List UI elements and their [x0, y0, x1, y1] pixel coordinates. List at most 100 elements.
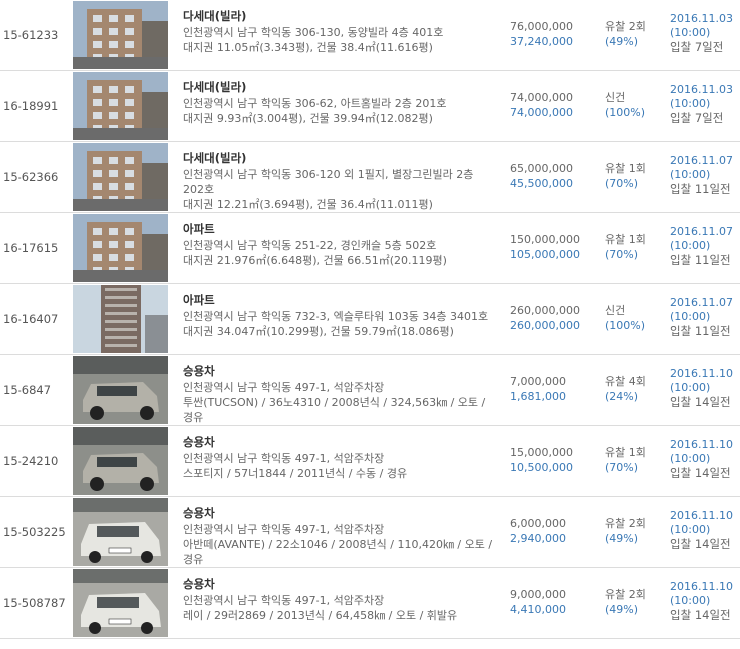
- days-until-bid: 입찰 11일전: [670, 324, 731, 338]
- property-detail: 대지권 11.05㎡(3.343평), 건물 38.4㎡(11.616평): [183, 41, 433, 54]
- auction-row[interactable]: 15-503225 승용차 인천광역시 남구 학익동 497-1, 석암주차장 아반떼…: [0, 497, 740, 568]
- price-block: 9,000,000 4,410,000: [510, 587, 600, 617]
- property-detail: 인천광역시 남구 학익동 306-62, 아트홈빌라 2층 201호: [183, 97, 447, 110]
- auction-row[interactable]: 15-508787 승용차 인천광역시 남구 학익동 497-1, 석암주차장 레이 …: [0, 568, 740, 639]
- property-type[interactable]: 승용차: [183, 577, 493, 592]
- price-block: 76,000,000 37,240,000: [510, 19, 600, 49]
- auction-row[interactable]: 16-17615 아파트인천광역시 남구 학익동 251-22, 경인캐슬 5층 …: [0, 213, 740, 284]
- auction-row[interactable]: 15-6847 승용차 인천광역시 남구 학익동 497-1, 석암주차장 투싼(TU…: [0, 355, 740, 426]
- price-ratio: (70%): [605, 461, 639, 474]
- auction-time: (10:00): [670, 239, 711, 252]
- minimum-price: 37,240,000: [510, 35, 573, 48]
- property-info: 아파트인천광역시 남구 학익동 251-22, 경인캐슬 5층 502호대지권 …: [183, 222, 493, 268]
- auction-row[interactable]: 16-18991 다세대(빌라) 인천광역시 남구 학익동 306-62, 아트홈빌…: [0, 71, 740, 142]
- price-ratio: (49%): [605, 603, 639, 616]
- case-number[interactable]: 15-24210: [0, 426, 73, 496]
- property-type[interactable]: 아파트: [183, 293, 493, 308]
- property-detail: 대지권 12.21㎡(3.694평), 건물 36.4㎡(11.011평): [183, 198, 433, 211]
- property-detail: 인천광역시 남구 학익동 306-120 외 1필지, 별장그린빌라 2층 20…: [183, 168, 474, 196]
- case-number[interactable]: 15-61233: [0, 0, 73, 70]
- price-block: 150,000,000 105,000,000: [510, 232, 600, 262]
- auction-result: 유찰 1회: [605, 446, 646, 459]
- property-detail: 인천광역시 남구 학익동 497-1, 석암주차장: [183, 452, 385, 465]
- property-info: 다세대(빌라) 인천광역시 남구 학익동 306-62, 아트홈빌라 2층 201…: [183, 80, 493, 126]
- case-number[interactable]: 15-508787: [0, 568, 73, 638]
- auction-date: 2016.11.03: [670, 83, 733, 96]
- property-photo[interactable]: [73, 72, 168, 140]
- price-ratio: (24%): [605, 390, 639, 403]
- days-until-bid: 입찰 14일전: [670, 466, 731, 480]
- next-row-partial: [0, 639, 740, 649]
- auction-list: 15-61233 다세대(빌라) 인천광역시 남구 학익동 306-130, 동양빌…: [0, 0, 740, 649]
- minimum-price: 1,681,000: [510, 390, 566, 403]
- price-ratio: (49%): [605, 35, 639, 48]
- auction-row[interactable]: 15-61233 다세대(빌라) 인천광역시 남구 학익동 306-130, 동양빌…: [0, 0, 740, 71]
- property-detail: 인천광역시 남구 학익동 497-1, 석암주차장: [183, 594, 385, 607]
- minimum-price: 260,000,000: [510, 319, 580, 332]
- auction-time: (10:00): [670, 523, 711, 536]
- status-block: 유찰 2회 (49%): [605, 19, 665, 49]
- property-detail: 인천광역시 남구 학익동 732-3, 엑슬루타워 103동 34층 3401호: [183, 310, 489, 323]
- date-block: 2016.11.07 (10:00) 입찰 11일전: [670, 296, 740, 338]
- price-ratio: (70%): [605, 177, 639, 190]
- property-detail: 아반떼(AVANTE) / 22소1046 / 2008년식 / 110,420…: [183, 538, 493, 566]
- property-detail: 인천광역시 남구 학익동 497-1, 석암주차장: [183, 381, 385, 394]
- property-info: 승용차 인천광역시 남구 학익동 497-1, 석암주차장 스포티지 / 57너18…: [183, 435, 493, 481]
- date-block: 2016.11.07 (10:00) 입찰 11일전: [670, 154, 740, 196]
- property-photo[interactable]: [73, 569, 168, 637]
- auction-row[interactable]: 15-62366 다세대(빌라) 인천광역시 남구 학익동 306-120 외 1필…: [0, 142, 740, 213]
- property-photo[interactable]: [73, 498, 168, 566]
- case-number[interactable]: 16-16407: [0, 284, 73, 354]
- property-photo[interactable]: [73, 356, 168, 424]
- case-number[interactable]: 15-503225: [0, 497, 73, 567]
- case-number[interactable]: 16-17615: [0, 213, 73, 283]
- appraisal-price: 260,000,000: [510, 304, 580, 317]
- property-photo[interactable]: [73, 143, 168, 211]
- auction-time: (10:00): [670, 310, 711, 323]
- property-detail: 인천광역시 남구 학익동 251-22, 경인캐슬 5층 502호: [183, 239, 437, 252]
- auction-row[interactable]: 16-16407 아파트인천광역시 남구 학익동 732-3, 엑슬루타워 103…: [0, 284, 740, 355]
- property-info: 다세대(빌라) 인천광역시 남구 학익동 306-120 외 1필지, 별장그린빌…: [183, 151, 493, 212]
- property-detail: 대지권 21.976㎡(6.648평), 건물 66.51㎡(20.119평): [183, 254, 447, 267]
- days-until-bid: 입찰 14일전: [670, 608, 731, 622]
- property-photo[interactable]: [73, 214, 168, 282]
- auction-date: 2016.11.07: [670, 225, 733, 238]
- days-until-bid: 입찰 7일전: [670, 111, 724, 125]
- case-number[interactable]: 15-62366: [0, 142, 73, 212]
- property-info: 다세대(빌라) 인천광역시 남구 학익동 306-130, 동양빌라 4층 401…: [183, 9, 493, 55]
- auction-time: (10:00): [670, 26, 711, 39]
- property-type[interactable]: 다세대(빌라): [183, 151, 493, 166]
- property-type[interactable]: 승용차: [183, 435, 493, 450]
- case-number[interactable]: 15-6847: [0, 355, 73, 425]
- auction-time: (10:00): [670, 452, 711, 465]
- property-photo[interactable]: [73, 427, 168, 495]
- auction-date: 2016.11.10: [670, 367, 733, 380]
- property-type[interactable]: 다세대(빌라): [183, 9, 493, 24]
- appraisal-price: 65,000,000: [510, 162, 573, 175]
- status-block: 유찰 2회 (49%): [605, 516, 665, 546]
- appraisal-price: 76,000,000: [510, 20, 573, 33]
- property-type[interactable]: 승용차: [183, 364, 493, 379]
- property-photo[interactable]: [73, 1, 168, 69]
- property-info: 승용차 인천광역시 남구 학익동 497-1, 석암주차장 레이 / 29러2869…: [183, 577, 493, 623]
- price-ratio: (49%): [605, 532, 639, 545]
- days-until-bid: 입찰 11일전: [670, 253, 731, 267]
- price-block: 65,000,000 45,500,000: [510, 161, 600, 191]
- property-type[interactable]: 승용차: [183, 506, 493, 521]
- auction-time: (10:00): [670, 594, 711, 607]
- appraisal-price: 74,000,000: [510, 91, 573, 104]
- price-block: 260,000,000 260,000,000: [510, 303, 600, 333]
- auction-result: 유찰 1회: [605, 233, 646, 246]
- date-block: 2016.11.03 (10:00) 입찰 7일전: [670, 12, 740, 54]
- price-ratio: (70%): [605, 248, 639, 261]
- case-number[interactable]: 16-18991: [0, 71, 73, 141]
- date-block: 2016.11.10 (10:00) 입찰 14일전: [670, 438, 740, 480]
- auction-result: 유찰 2회: [605, 517, 646, 530]
- minimum-price: 45,500,000: [510, 177, 573, 190]
- auction-row[interactable]: 15-24210 승용차 인천광역시 남구 학익동 497-1, 석암주차장 스포티지…: [0, 426, 740, 497]
- property-type[interactable]: 아파트: [183, 222, 493, 237]
- property-info: 아파트인천광역시 남구 학익동 732-3, 엑슬루타워 103동 34층 34…: [183, 293, 493, 339]
- appraisal-price: 7,000,000: [510, 375, 566, 388]
- property-photo[interactable]: [73, 285, 168, 353]
- property-type[interactable]: 다세대(빌라): [183, 80, 493, 95]
